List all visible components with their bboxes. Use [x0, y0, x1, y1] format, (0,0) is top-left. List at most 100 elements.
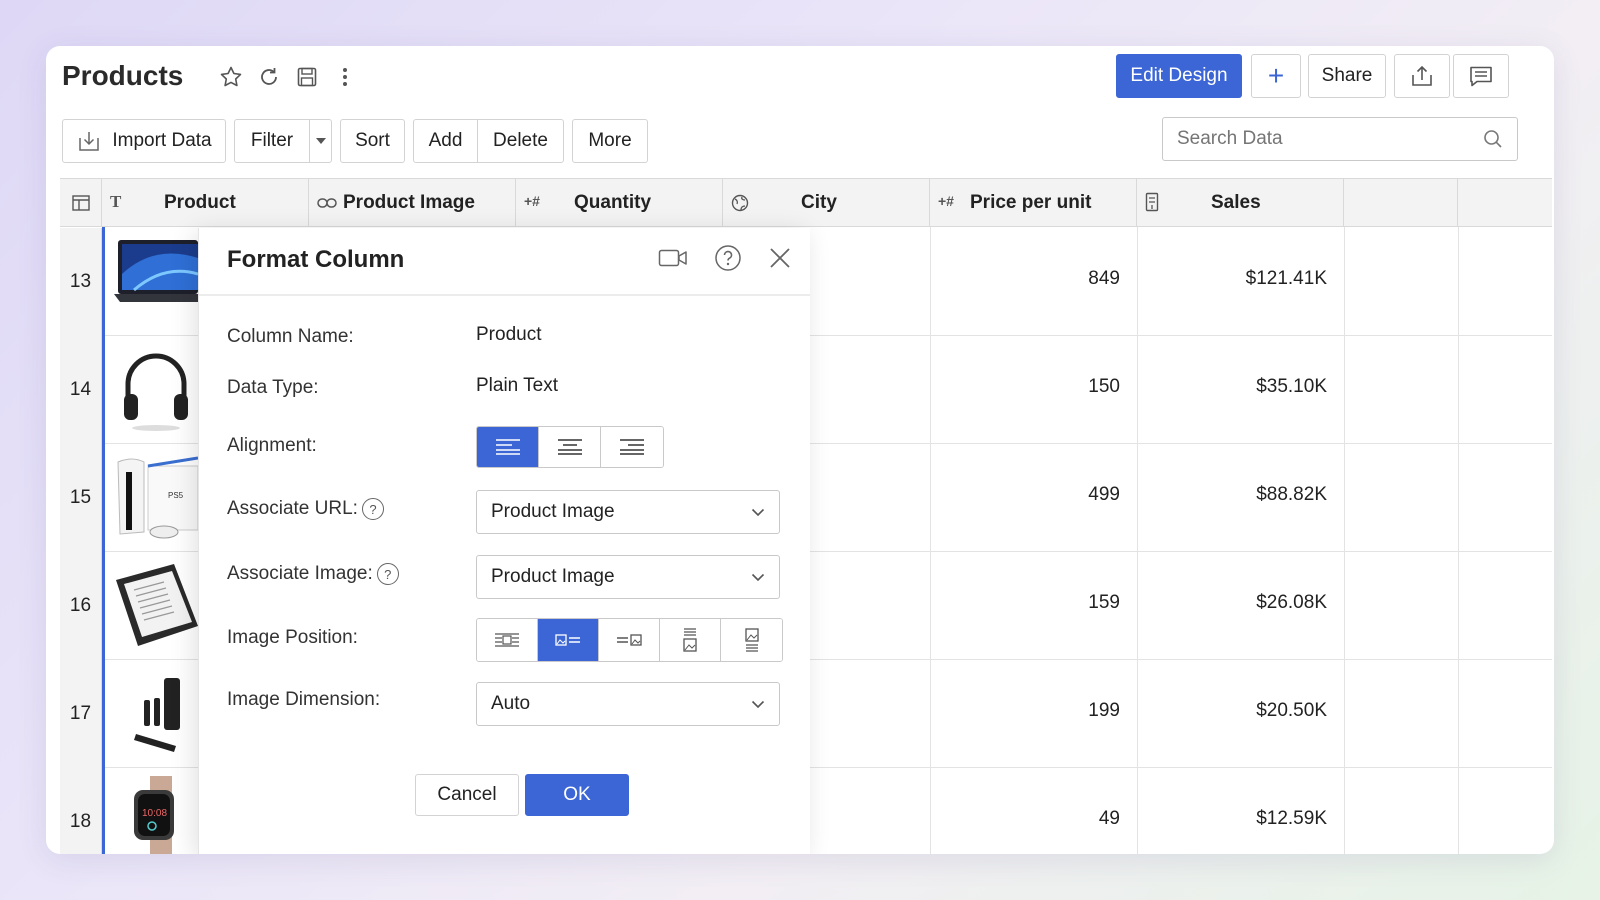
column-header-price-per-unit[interactable]: +# Price per unit [930, 179, 1137, 227]
associate-url-label: Associate URL: [227, 498, 358, 519]
search-input[interactable] [1177, 128, 1483, 150]
sales-cell[interactable]: $35.10K [1167, 376, 1327, 398]
row-selector-header[interactable] [60, 179, 102, 227]
save-icon[interactable] [294, 64, 320, 90]
image-left-icon [555, 634, 580, 646]
price-cell[interactable]: 49 [960, 808, 1120, 830]
row-number[interactable]: 16 [60, 552, 102, 660]
column-label: Price per unit [970, 192, 1092, 213]
help-icon[interactable] [714, 244, 742, 272]
column-header-sales[interactable]: Sales [1137, 179, 1344, 227]
import-data-button[interactable]: Import Data [62, 119, 226, 163]
help-icon[interactable]: ? [376, 563, 399, 585]
sort-button[interactable]: Sort [340, 119, 405, 163]
comment-icon [1470, 66, 1492, 87]
column-label: Sales [1211, 192, 1261, 213]
column-label: Product Image [343, 192, 475, 213]
export-button[interactable] [1394, 54, 1450, 98]
sales-cell[interactable]: $20.50K [1167, 700, 1327, 722]
image-position-left-button[interactable] [538, 619, 599, 661]
filter-dropdown-button[interactable] [309, 119, 332, 163]
sales-cell[interactable]: $121.41K [1167, 268, 1327, 290]
share-button[interactable]: Share [1308, 54, 1386, 98]
search-box[interactable] [1162, 117, 1518, 161]
image-position-segmented-control [476, 618, 783, 662]
align-left-icon [495, 439, 520, 455]
column-header-product[interactable]: T Product [102, 179, 309, 227]
delete-row-button[interactable]: Delete [477, 119, 564, 163]
column-header-quantity[interactable]: +# Quantity [516, 179, 723, 227]
associate-image-label-group: Associate Image: ? [227, 563, 399, 585]
align-center-button[interactable] [539, 427, 601, 467]
price-cell[interactable]: 849 [960, 268, 1120, 290]
associate-url-label-group: Associate URL: ? [227, 498, 384, 520]
row-number[interactable]: 15 [60, 444, 102, 552]
image-position-right-button[interactable] [599, 619, 660, 661]
product-thumbnail-speakers[interactable] [114, 668, 198, 758]
column-header-product-image[interactable]: Product Image [309, 179, 516, 227]
price-cell[interactable]: 150 [960, 376, 1120, 398]
column-header-city[interactable]: City [723, 179, 930, 227]
align-left-button[interactable] [477, 427, 539, 467]
product-thumbnail-laptop[interactable] [114, 234, 198, 324]
row-number[interactable]: 17 [60, 660, 102, 768]
dialog-title: Format Column [227, 246, 405, 273]
search-icon[interactable] [1483, 129, 1503, 149]
add-view-button[interactable]: + [1251, 54, 1301, 98]
comments-button[interactable] [1453, 54, 1509, 98]
more-button[interactable]: More [572, 119, 648, 163]
align-right-button[interactable] [601, 427, 663, 467]
row-number[interactable]: 18 [60, 768, 102, 854]
image-position-bottom-button[interactable] [660, 619, 721, 661]
product-thumbnail-tablet[interactable] [114, 560, 198, 650]
text-type-icon: T [110, 192, 122, 211]
sales-cell[interactable]: $26.08K [1167, 592, 1327, 614]
filter-button[interactable]: Filter [234, 119, 310, 163]
dialog-header: Format Column [199, 228, 810, 296]
column-header-empty[interactable] [1344, 179, 1458, 227]
star-icon[interactable] [218, 64, 244, 90]
svg-text:PS5: PS5 [168, 491, 184, 500]
video-tutorial-icon[interactable] [658, 247, 688, 269]
help-icon[interactable]: ? [361, 498, 384, 520]
add-row-button[interactable]: Add [413, 119, 478, 163]
product-thumbnail-headphones[interactable] [114, 344, 198, 434]
associate-image-label: Associate Image: [227, 563, 373, 584]
import-data-label: Import Data [112, 130, 212, 151]
price-cell[interactable]: 499 [960, 484, 1120, 506]
price-cell[interactable]: 159 [960, 592, 1120, 614]
image-dimension-label: Image Dimension: [227, 689, 381, 710]
row-number[interactable]: 13 [60, 228, 102, 336]
format-column-dialog: Format Column Column Name: Product Data … [198, 228, 810, 854]
product-thumbnail-console[interactable]: PS5 [114, 452, 198, 542]
refresh-icon[interactable] [256, 64, 282, 90]
associate-url-value: Product Image [491, 501, 615, 522]
price-cell[interactable]: 199 [960, 700, 1120, 722]
edit-design-button[interactable]: Edit Design [1116, 54, 1242, 98]
image-right-icon [617, 634, 642, 646]
image-position-inline-button[interactable] [477, 619, 538, 661]
column-name-label: Column Name: [227, 326, 354, 347]
app-window: Products Edit Design + Share Import Data… [46, 46, 1554, 854]
product-thumbnail-smartwatch[interactable]: 10:08 [114, 776, 198, 854]
ok-button[interactable]: OK [525, 774, 629, 816]
export-icon [1412, 65, 1432, 86]
import-icon [79, 132, 100, 151]
cancel-button[interactable]: Cancel [415, 774, 519, 816]
associate-image-select[interactable]: Product Image [476, 555, 780, 599]
grid-header: T Product Product Image +# Quantity City… [60, 179, 1552, 227]
sales-cell[interactable]: $88.82K [1167, 484, 1327, 506]
row-number[interactable]: 14 [60, 336, 102, 444]
column-label: Quantity [574, 192, 652, 213]
sales-cell[interactable]: $12.59K [1167, 808, 1327, 830]
number-type-icon: +# [524, 193, 540, 209]
image-position-top-button[interactable] [721, 619, 782, 661]
data-type-label: Data Type: [227, 377, 319, 398]
more-vertical-icon[interactable] [332, 64, 358, 90]
close-icon[interactable] [768, 246, 792, 270]
image-below-text-icon [683, 628, 697, 652]
title-actions [218, 64, 358, 90]
image-dimension-select[interactable]: Auto [476, 682, 780, 726]
associate-url-select[interactable]: Product Image [476, 490, 780, 534]
align-right-icon [620, 439, 644, 455]
